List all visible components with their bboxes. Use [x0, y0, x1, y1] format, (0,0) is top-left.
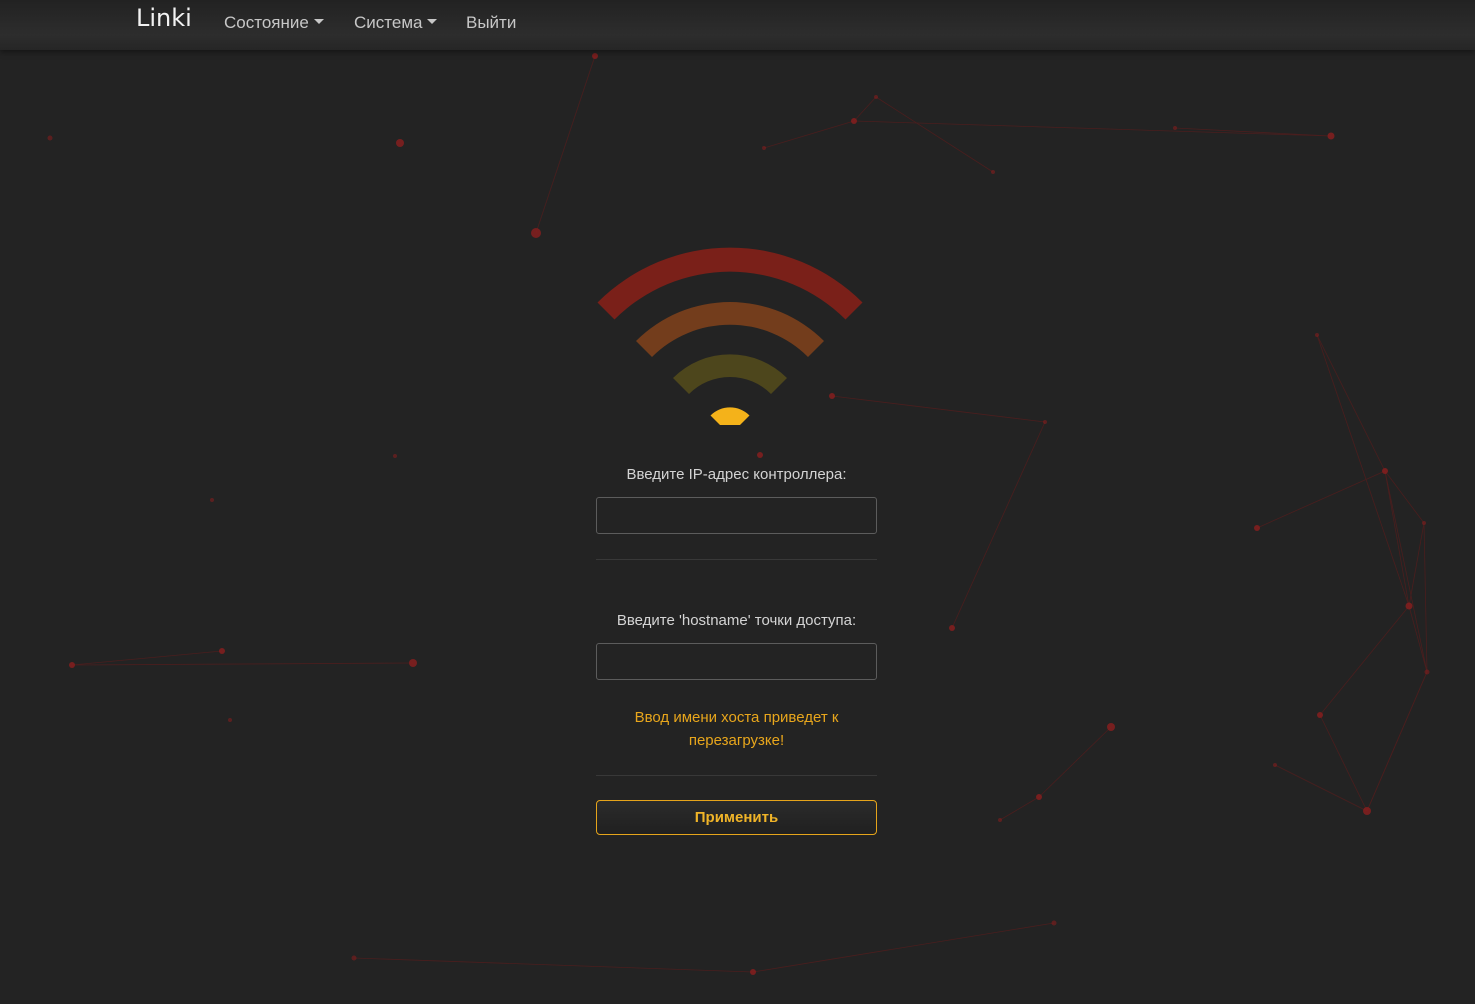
network-node — [1173, 126, 1177, 130]
network-link — [71, 650, 223, 666]
network-node — [1382, 468, 1388, 474]
network-node — [393, 454, 397, 458]
network-node — [991, 170, 995, 174]
network-node — [949, 625, 955, 631]
nav-logout[interactable]: Выйти — [466, 13, 516, 33]
brand-logo[interactable]: Linki — [136, 4, 192, 32]
network-node — [1422, 521, 1426, 525]
network-node — [592, 53, 598, 59]
caret-down-icon — [427, 19, 438, 25]
wifi-signal-icon — [597, 247, 863, 425]
wifi-dot — [710, 407, 750, 425]
navbar: Linki Состояние Система Выйти — [0, 0, 1475, 50]
network-link — [1319, 605, 1410, 716]
network-node — [351, 955, 357, 961]
network-node — [396, 139, 404, 147]
network-link — [763, 120, 855, 149]
network-node — [47, 135, 53, 141]
network-link — [1423, 522, 1428, 673]
network-link — [1274, 764, 1368, 812]
network-node — [762, 146, 766, 150]
network-node — [1317, 712, 1323, 718]
network-link — [951, 421, 1046, 629]
network-node — [757, 452, 763, 458]
network-link — [875, 96, 994, 173]
network-node — [1327, 132, 1335, 140]
network-node — [1036, 794, 1042, 800]
divider — [596, 775, 877, 776]
network-link — [1316, 334, 1410, 607]
wifi-middle-arc — [636, 302, 824, 357]
network-node — [228, 718, 232, 722]
ip-address-label: Введите IP-адрес контроллера: — [626, 466, 847, 483]
network-link — [1366, 671, 1428, 812]
wifi-inner-arc — [673, 354, 787, 394]
network-node — [210, 498, 214, 502]
caret-down-icon — [313, 19, 324, 25]
network-link — [535, 55, 596, 234]
network-node — [998, 818, 1002, 822]
network-node — [1254, 525, 1260, 531]
network-node — [1405, 602, 1413, 610]
network-link — [1316, 334, 1386, 472]
network-node — [1315, 333, 1319, 337]
network-node — [531, 228, 541, 238]
nav-menu-system[interactable]: Система — [354, 13, 438, 33]
network-node — [409, 659, 417, 667]
hostname-input[interactable] — [596, 643, 877, 680]
nav-menu-status[interactable]: Состояние — [224, 13, 324, 33]
network-node — [1363, 807, 1371, 815]
nav-menu-status-label: Состояние — [224, 13, 309, 32]
network-link — [853, 96, 877, 122]
network-node — [219, 648, 225, 654]
network-node — [851, 118, 857, 124]
network-node — [1273, 763, 1277, 767]
apply-button[interactable]: Применить — [596, 800, 877, 835]
network-link — [1384, 470, 1428, 673]
network-node — [69, 662, 75, 668]
network-link — [71, 662, 414, 666]
network-node — [750, 969, 756, 975]
network-link — [1038, 726, 1112, 798]
network-link — [999, 796, 1040, 821]
network-node — [874, 95, 878, 99]
network-node — [1043, 420, 1047, 424]
network-node — [1424, 669, 1430, 675]
network-link — [1408, 605, 1428, 673]
network-node — [1051, 920, 1057, 926]
ip-address-input[interactable] — [596, 497, 877, 534]
network-node — [1107, 723, 1115, 731]
network-link — [1408, 522, 1425, 607]
network-link — [1384, 470, 1410, 607]
network-link — [752, 922, 1055, 973]
hostname-label: Введите 'hostname' точки доступа: — [616, 612, 857, 629]
reboot-warning-text: Ввод имени хоста приведет к перезагрузке… — [634, 709, 839, 749]
network-link — [1384, 470, 1425, 524]
network-link — [1256, 470, 1386, 529]
network-link — [353, 957, 754, 973]
divider — [596, 559, 877, 560]
network-link — [1319, 714, 1368, 812]
nav-menu-system-label: Система — [354, 13, 423, 32]
